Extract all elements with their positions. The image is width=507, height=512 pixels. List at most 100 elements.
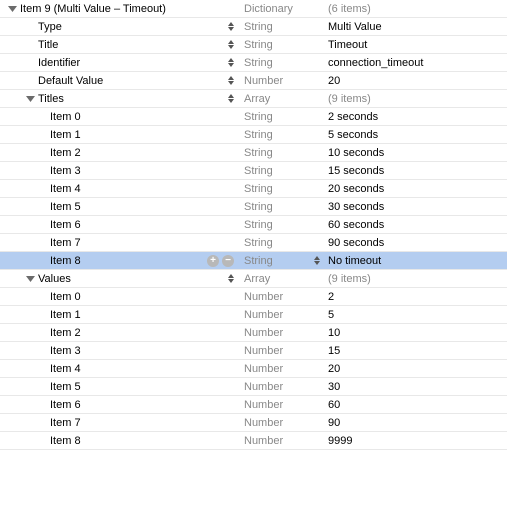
key-stepper[interactable] — [228, 272, 238, 286]
row-value[interactable]: 2 — [328, 291, 334, 303]
row-value[interactable]: 10 seconds — [328, 147, 384, 159]
row-key[interactable]: Item 0 — [50, 291, 81, 303]
row-value[interactable]: No timeout — [328, 255, 381, 267]
row-value[interactable]: Multi Value — [328, 21, 382, 33]
row-type: Number — [244, 381, 283, 393]
add-remove-buttons[interactable]: +− — [207, 255, 234, 267]
table-row[interactable]: Item 6String60 seconds — [0, 216, 507, 234]
row-key[interactable]: Item 5 — [50, 381, 81, 393]
row-key[interactable]: Item 2 — [50, 327, 81, 339]
row-type: String — [244, 21, 273, 33]
row-type: Number — [244, 435, 283, 447]
table-row[interactable]: Item 6Number60 — [0, 396, 507, 414]
row-value[interactable]: Timeout — [328, 39, 367, 51]
disclosure-triangle-open-icon[interactable] — [8, 4, 17, 13]
row-value[interactable]: 20 — [328, 75, 340, 87]
row-type: String — [244, 201, 273, 213]
row-key[interactable]: Item 3 — [50, 345, 81, 357]
row-key[interactable]: Item 4 — [50, 363, 81, 375]
row-value[interactable]: 30 — [328, 381, 340, 393]
table-row[interactable]: IdentifierStringconnection_timeout — [0, 54, 507, 72]
row-key[interactable]: Item 3 — [50, 165, 81, 177]
row-key[interactable]: Item 9 (Multi Value – Timeout) — [20, 3, 166, 15]
row-key[interactable]: Item 6 — [50, 219, 81, 231]
row-value[interactable]: 20 seconds — [328, 183, 384, 195]
row-key[interactable]: Item 7 — [50, 417, 81, 429]
row-value[interactable]: 60 seconds — [328, 219, 384, 231]
row-type: Number — [244, 363, 283, 375]
disclosure-triangle-open-icon[interactable] — [26, 274, 35, 283]
key-stepper[interactable] — [228, 56, 238, 70]
row-key[interactable]: Item 1 — [50, 309, 81, 321]
row-value[interactable]: 2 seconds — [328, 111, 378, 123]
row-type: Number — [244, 345, 283, 357]
key-stepper[interactable] — [228, 74, 238, 88]
row-key[interactable]: Values — [38, 273, 71, 285]
row-value[interactable]: (9 items) — [328, 93, 371, 105]
table-row[interactable]: Default ValueNumber20 — [0, 72, 507, 90]
row-value[interactable]: 5 seconds — [328, 129, 378, 141]
type-stepper[interactable] — [314, 254, 324, 268]
row-key[interactable]: Title — [38, 39, 58, 51]
row-key[interactable]: Item 8 — [50, 435, 81, 447]
table-row[interactable]: Item 2 Number 10 — [0, 324, 507, 342]
table-row[interactable]: Item 9 (Multi Value – Timeout)Dictionary… — [0, 0, 507, 18]
row-key[interactable]: Item 0 — [50, 111, 81, 123]
row-value[interactable]: 15 seconds — [328, 165, 384, 177]
row-key[interactable]: Titles — [38, 93, 64, 105]
row-value[interactable]: (6 items) — [328, 3, 371, 15]
row-key[interactable]: Item 5 — [50, 201, 81, 213]
row-value[interactable]: 30 seconds — [328, 201, 384, 213]
row-key[interactable]: Item 2 — [50, 147, 81, 159]
row-type: String — [244, 111, 273, 123]
row-type: String — [244, 129, 273, 141]
row-value[interactable]: 90 seconds — [328, 237, 384, 249]
row-key[interactable]: Default Value — [38, 75, 103, 87]
key-stepper[interactable] — [228, 38, 238, 52]
table-row[interactable]: Item 0Number2 — [0, 288, 507, 306]
row-type: String — [244, 39, 273, 51]
row-key[interactable]: Item 8 — [50, 255, 81, 267]
table-row[interactable]: Item 7Number90 — [0, 414, 507, 432]
row-key[interactable]: Item 6 — [50, 399, 81, 411]
add-row-button[interactable]: + — [207, 255, 219, 267]
table-row[interactable]: Item 3 Number 15 — [0, 342, 507, 360]
table-row[interactable]: Item 5 String 30 seconds — [0, 198, 507, 216]
row-key[interactable]: Item 7 — [50, 237, 81, 249]
plist-tree: Item 9 (Multi Value – Timeout)Dictionary… — [0, 0, 507, 450]
row-value[interactable]: 5 — [328, 309, 334, 321]
table-row[interactable]: TitlesArray(9 items) — [0, 90, 507, 108]
row-key[interactable]: Identifier — [38, 57, 80, 69]
disclosure-triangle-open-icon[interactable] — [26, 94, 35, 103]
table-row[interactable]: Item 8 Number 9999 — [0, 432, 507, 450]
row-type: Number — [244, 327, 283, 339]
row-key[interactable]: Item 1 — [50, 129, 81, 141]
table-row[interactable]: Item 2String10 seconds — [0, 144, 507, 162]
row-type: Number — [244, 309, 283, 321]
table-row[interactable]: Type String Multi Value — [0, 18, 507, 36]
table-row[interactable]: Item 4 Number 20 — [0, 360, 507, 378]
remove-row-button[interactable]: − — [222, 255, 234, 267]
row-value[interactable]: 9999 — [328, 435, 352, 447]
table-row[interactable]: Item 7String90 seconds — [0, 234, 507, 252]
row-key[interactable]: Type — [38, 21, 62, 33]
row-value[interactable]: 10 — [328, 327, 340, 339]
table-row[interactable]: Item 5 Number 30 — [0, 378, 507, 396]
row-value[interactable]: connection_timeout — [328, 57, 423, 69]
row-value[interactable]: 20 — [328, 363, 340, 375]
table-row[interactable]: Item 4String20 seconds — [0, 180, 507, 198]
row-key[interactable]: Item 4 — [50, 183, 81, 195]
key-stepper[interactable] — [228, 20, 238, 34]
table-row[interactable]: Item 8+−StringNo timeout — [0, 252, 507, 270]
key-stepper[interactable] — [228, 92, 238, 106]
row-value[interactable]: 15 — [328, 345, 340, 357]
table-row[interactable]: Item 1 String 5 seconds — [0, 126, 507, 144]
table-row[interactable]: Item 3String15 seconds — [0, 162, 507, 180]
row-value[interactable]: 90 — [328, 417, 340, 429]
table-row[interactable]: Item 0 String 2 seconds — [0, 108, 507, 126]
table-row[interactable]: ValuesArray(9 items) — [0, 270, 507, 288]
table-row[interactable]: Title String Timeout — [0, 36, 507, 54]
table-row[interactable]: Item 1 Number 5 — [0, 306, 507, 324]
row-value[interactable]: (9 items) — [328, 273, 371, 285]
row-value[interactable]: 60 — [328, 399, 340, 411]
